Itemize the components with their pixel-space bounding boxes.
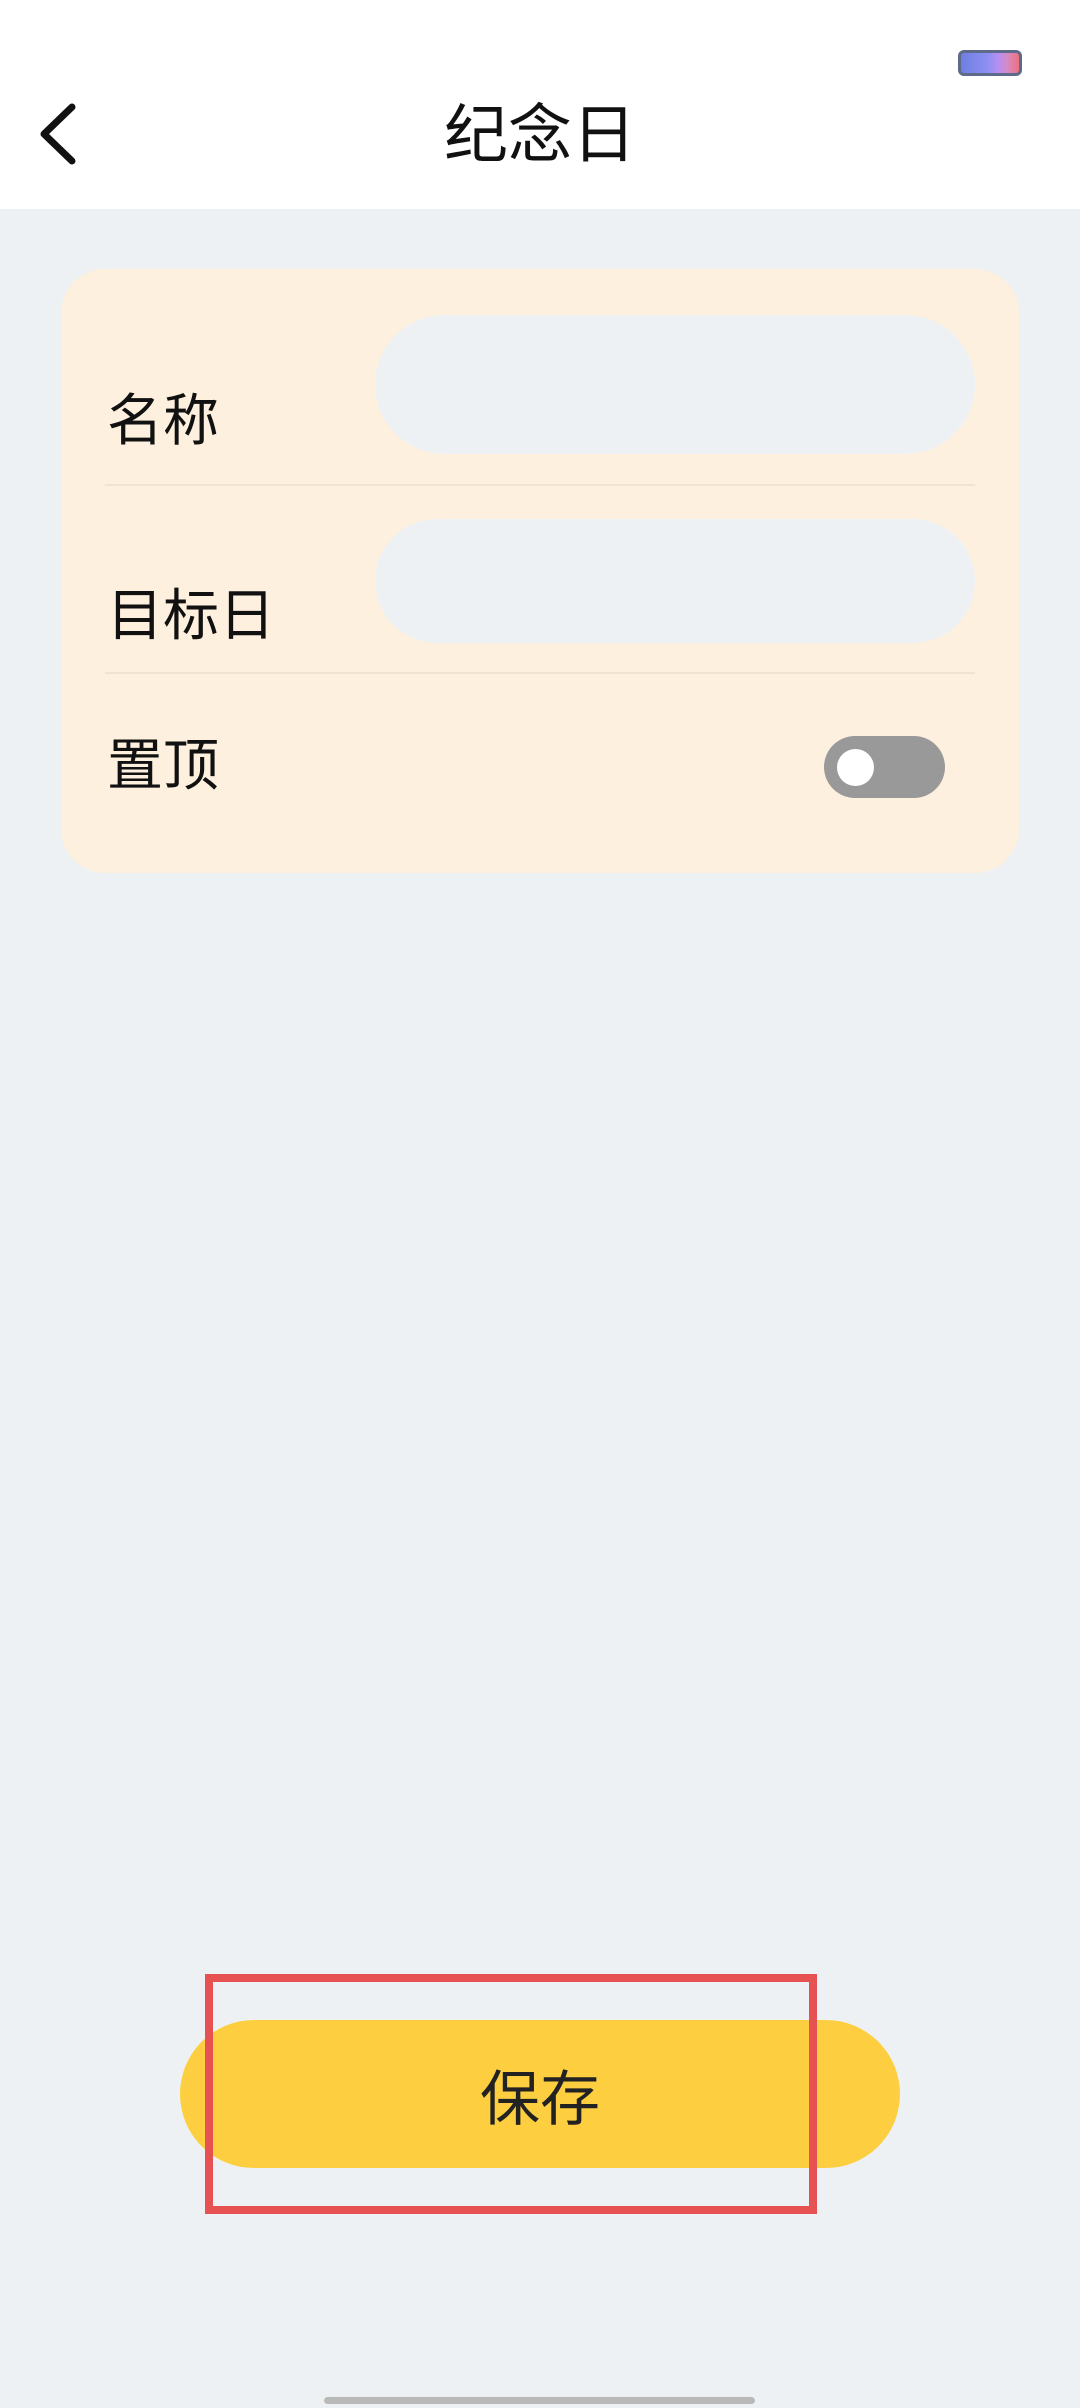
target-date-label: 目标日 [107, 584, 275, 649]
save-button-label: 保存 [480, 2064, 600, 2135]
top-bar: 纪念日 [0, 0, 1080, 209]
page-title: 纪念日 [444, 99, 636, 173]
target-date-input[interactable] [375, 519, 975, 643]
name-label: 名称 [107, 389, 219, 454]
anniversary-form-card: 名称 目标日 置顶 [61, 269, 1019, 873]
name-input[interactable] [375, 315, 975, 454]
battery-icon [958, 50, 1022, 76]
divider [105, 484, 975, 486]
pin-label: 置顶 [107, 734, 219, 799]
toggle-knob [837, 749, 874, 786]
home-indicator [324, 2397, 755, 2404]
divider [105, 672, 975, 674]
save-button[interactable]: 保存 [180, 2020, 900, 2168]
pin-toggle[interactable] [824, 736, 945, 798]
